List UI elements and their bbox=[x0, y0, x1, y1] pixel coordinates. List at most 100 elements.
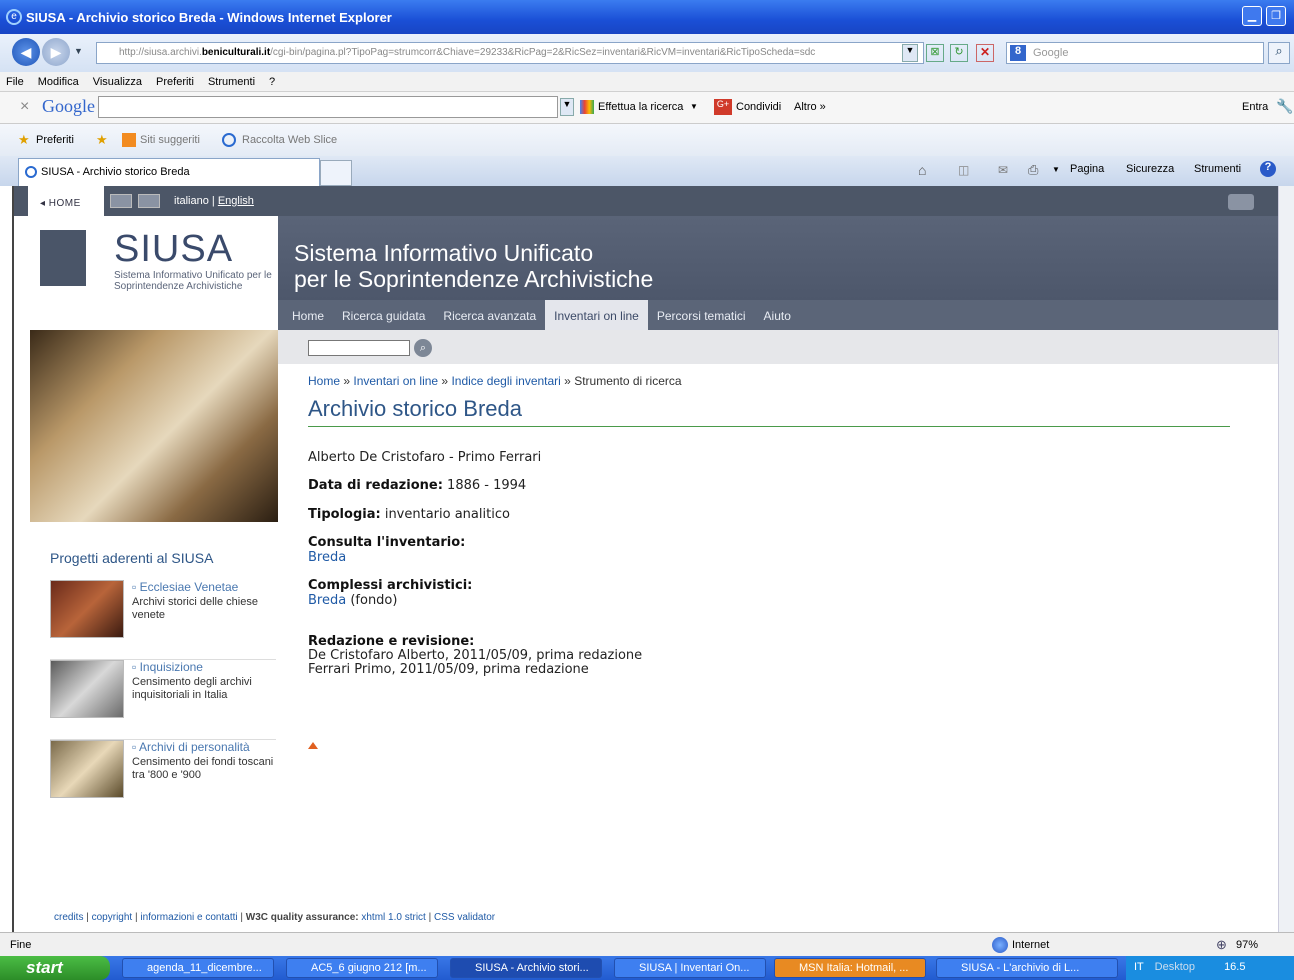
globe-icon bbox=[992, 937, 1008, 953]
google-search-dropdown-icon[interactable]: ▼ bbox=[690, 102, 698, 111]
search-magnifier-icon[interactable]: ⌕ bbox=[1268, 42, 1290, 64]
complex-link[interactable]: Breda bbox=[308, 593, 346, 608]
project-desc: Censimento degli archivi inquisitoriali … bbox=[132, 676, 252, 701]
project-desc: Archivi storici delle chiese venete bbox=[132, 596, 258, 621]
vertical-scrollbar[interactable] bbox=[1278, 186, 1294, 932]
project-desc: Censimento dei fondi toscani tra '800 e … bbox=[132, 756, 274, 781]
menu-modifica[interactable]: Modifica bbox=[38, 76, 79, 88]
print-dropdown-icon[interactable]: ▼ bbox=[1052, 165, 1060, 174]
google-toolbar: × Google ▼ Effettua la ricerca ▼ G+ Cond… bbox=[0, 92, 1294, 124]
search-box[interactable]: Google bbox=[1006, 42, 1264, 64]
mail-icon[interactable]: ✉ bbox=[998, 163, 1008, 177]
address-dropdown-icon[interactable]: ▼ bbox=[902, 44, 918, 62]
zoom-level[interactable]: 97% bbox=[1236, 939, 1258, 951]
security-menu[interactable]: Sicurezza bbox=[1126, 163, 1174, 175]
language-switcher: italiano | English bbox=[174, 195, 254, 207]
forward-button[interactable]: ▶ bbox=[42, 38, 70, 66]
tray-language[interactable]: IT bbox=[1134, 961, 1144, 973]
back-to-top-icon[interactable] bbox=[308, 742, 318, 749]
project-name[interactable]: ▫ Inquisizione bbox=[132, 660, 203, 674]
consult-link[interactable]: Breda bbox=[308, 550, 346, 565]
nav-aiuto[interactable]: Aiuto bbox=[755, 300, 800, 330]
rss-icon[interactable] bbox=[110, 194, 132, 208]
page-menu[interactable]: Pagina bbox=[1070, 163, 1104, 175]
nav-ricerca-guidata[interactable]: Ricerca guidata bbox=[333, 300, 434, 330]
breadcrumb-inventari[interactable]: Inventari on line bbox=[353, 374, 438, 388]
security-zone[interactable]: Internet bbox=[1012, 939, 1049, 951]
history-dropdown-icon[interactable]: ▼ bbox=[74, 46, 83, 56]
footer-contacts[interactable]: informazioni e contatti bbox=[140, 912, 237, 923]
add-favorite-icon[interactable]: ★ bbox=[96, 132, 108, 148]
nav-percorsi-tematici[interactable]: Percorsi tematici bbox=[648, 300, 755, 330]
nav-inventari-on-line[interactable]: Inventari on line bbox=[545, 300, 648, 330]
accessibility-icon[interactable] bbox=[138, 194, 160, 208]
footer-css[interactable]: CSS validator bbox=[434, 912, 495, 923]
close-toolbar-icon[interactable]: × bbox=[20, 98, 29, 116]
nav-home[interactable]: Home bbox=[278, 300, 333, 330]
taskbar-item[interactable]: SIUSA - L'archivio di L... bbox=[936, 958, 1118, 978]
tab-active[interactable]: SIUSA - Archivio storico Breda bbox=[18, 158, 320, 186]
taskbar-item[interactable]: AC5_6 giugno 212 [m... bbox=[286, 958, 438, 978]
new-tab-button[interactable] bbox=[320, 160, 352, 186]
address-bar[interactable]: http://siusa.archivi.beniculturali.it/cg… bbox=[96, 42, 924, 64]
siusa-logo[interactable]: SIUSA Sistema Informativo Unificato per … bbox=[28, 216, 278, 330]
taskbar-item[interactable]: SIUSA - Archivio stori... bbox=[450, 958, 602, 978]
link-icon: ▫ bbox=[132, 580, 140, 594]
site-search-input[interactable] bbox=[308, 340, 410, 356]
search-placeholder: Google bbox=[1033, 47, 1069, 59]
project-item[interactable]: ▫ Ecclesiae Venetae Archivi storici dell… bbox=[50, 580, 276, 660]
footer-xhtml[interactable]: xhtml 1.0 strict bbox=[361, 912, 425, 923]
taskbar-item[interactable]: agenda_11_dicembre... bbox=[122, 958, 274, 978]
share-button[interactable]: Condividi bbox=[736, 101, 781, 113]
lang-italian[interactable]: italiano bbox=[174, 195, 209, 207]
footer-copyright[interactable]: copyright bbox=[92, 912, 133, 923]
breadcrumb-indice[interactable]: Indice degli inventari bbox=[451, 374, 560, 388]
date-value: 1886 - 1994 bbox=[447, 478, 527, 493]
wrench-icon[interactable]: 🔧 bbox=[1276, 98, 1293, 115]
project-name[interactable]: ▫ Ecclesiae Venetae bbox=[132, 580, 238, 594]
project-item[interactable]: ▫ Archivi di personalità Censimento dei … bbox=[50, 740, 276, 820]
site-search-button[interactable]: ⌕ bbox=[414, 339, 432, 357]
google-dropdown-icon[interactable]: ▼ bbox=[560, 98, 574, 116]
taskbar-item[interactable]: SIUSA | Inventari On... bbox=[614, 958, 766, 978]
feeds-icon[interactable]: ◫ bbox=[958, 163, 969, 177]
home-page-icon[interactable]: ⌂ bbox=[918, 162, 926, 178]
lang-english[interactable]: English bbox=[218, 195, 254, 207]
maximize-button[interactable]: ❐ bbox=[1266, 6, 1286, 26]
tray-clock: 16.5 bbox=[1224, 961, 1246, 973]
compatibility-icon[interactable]: ⊠ bbox=[926, 44, 944, 62]
project-item[interactable]: ▫ Inquisizione Censimento degli archivi … bbox=[50, 660, 276, 740]
minimize-button[interactable]: ▁ bbox=[1242, 6, 1262, 26]
stop-icon[interactable]: ✕ bbox=[976, 44, 994, 62]
status-bar: Fine Internet ⊕ 97% bbox=[0, 932, 1294, 956]
nav-ricerca-avanzata[interactable]: Ricerca avanzata bbox=[434, 300, 545, 330]
start-button[interactable]: start bbox=[0, 956, 110, 980]
menu-preferiti[interactable]: Preferiti bbox=[156, 76, 194, 88]
web-slice-link[interactable]: Raccolta Web Slice bbox=[242, 134, 337, 146]
taskbar-item[interactable]: MSN Italia: Hotmail, ... bbox=[774, 958, 926, 978]
suggested-sites-link[interactable]: Siti suggeriti bbox=[140, 134, 200, 146]
sidebar-title: Progetti aderenti al SIUSA bbox=[50, 550, 214, 566]
breadcrumb-home[interactable]: Home bbox=[308, 374, 340, 388]
tray-desktop[interactable]: Desktop bbox=[1155, 961, 1195, 973]
favorites-button[interactable]: Preferiti bbox=[36, 134, 74, 146]
footer-credits[interactable]: credits bbox=[54, 912, 83, 923]
refresh-icon[interactable]: ↻ bbox=[950, 44, 968, 62]
print-icon[interactable]: ⎙ bbox=[1028, 162, 1038, 178]
tools-menu[interactable]: Strumenti bbox=[1194, 163, 1241, 175]
site-home-button[interactable]: ◂ HOME bbox=[28, 186, 104, 216]
google-search-button[interactable]: Effettua la ricerca bbox=[598, 101, 683, 113]
signin-button[interactable]: Entra bbox=[1242, 101, 1268, 113]
menu-strumenti[interactable]: Strumenti bbox=[208, 76, 255, 88]
more-button[interactable]: Altro » bbox=[794, 101, 826, 113]
lock-icon[interactable] bbox=[1228, 194, 1254, 210]
menu-visualizza[interactable]: Visualizza bbox=[93, 76, 142, 88]
menu-file[interactable]: File bbox=[6, 76, 24, 88]
link-icon: ▫ bbox=[132, 660, 140, 674]
menu-help[interactable]: ? bbox=[269, 76, 275, 88]
back-button[interactable]: ◀ bbox=[12, 38, 40, 66]
google-search-input[interactable] bbox=[98, 96, 558, 118]
page-title: Archivio storico Breda bbox=[308, 396, 522, 421]
help-icon[interactable]: ? bbox=[1260, 161, 1276, 177]
project-name[interactable]: ▫ Archivi di personalità bbox=[132, 740, 250, 754]
